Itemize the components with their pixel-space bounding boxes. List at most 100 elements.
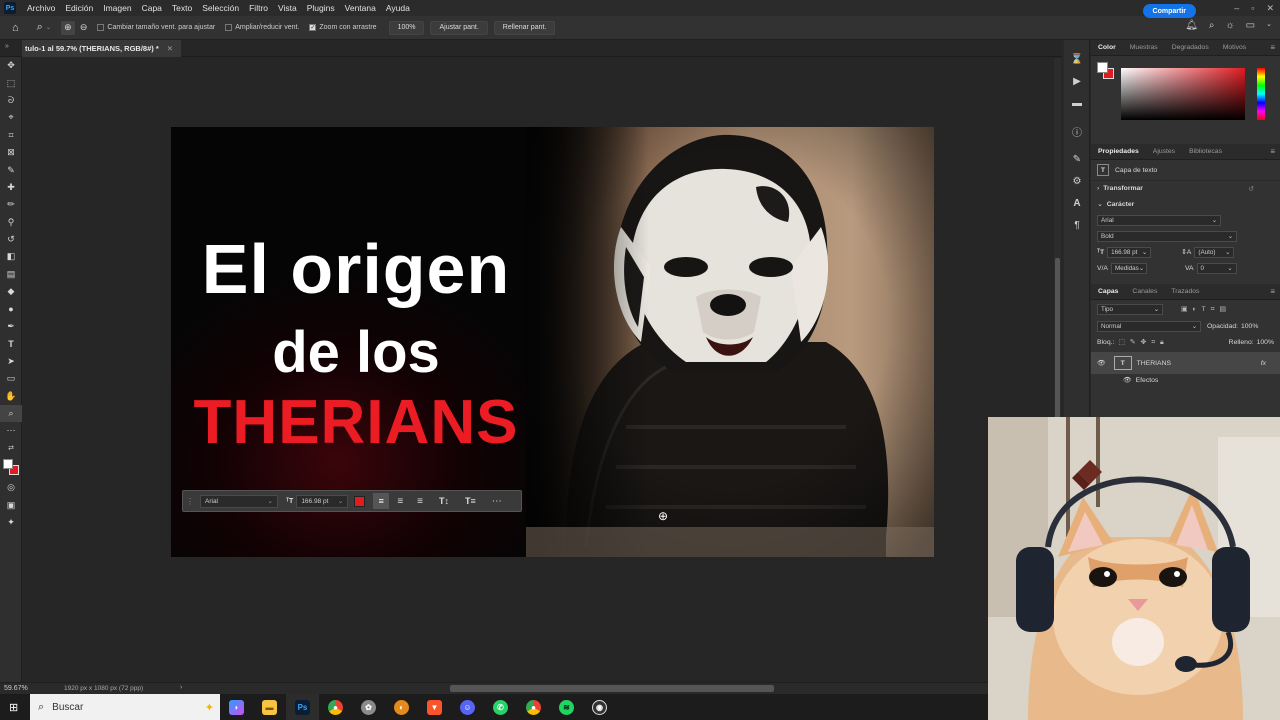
collapse-panel-icon[interactable]: » — [5, 43, 9, 50]
paragraph-panel-icon[interactable]: ¶ — [1064, 214, 1090, 236]
zoom-level[interactable]: 59.67% — [4, 685, 28, 692]
reset-icon[interactable]: ↺ — [1248, 185, 1254, 193]
blend-mode-dropdown[interactable]: Normal ⌄ — [1097, 320, 1201, 332]
tab-capas[interactable]: Capas — [1091, 288, 1125, 295]
chevron-down-icon[interactable]: ⌄ — [1266, 20, 1272, 31]
menu-ayuda[interactable]: Ayuda — [381, 3, 415, 13]
lock-icons[interactable]: ⬚✎✥⌗🔒︎ — [1118, 338, 1168, 347]
healing-brush-tool-icon[interactable]: ✚ — [0, 179, 22, 196]
spotify-taskbar-icon[interactable]: ≋ — [550, 694, 583, 720]
panel-menu-icon[interactable]: ≡ — [1270, 43, 1275, 52]
home-icon[interactable]: ⌂ — [12, 22, 19, 34]
zoom-out-icon[interactable]: ⊖ — [80, 22, 88, 33]
quick-mask-icon[interactable]: ◎ — [0, 479, 22, 496]
bell-icon[interactable]: 🔔︎ — [1185, 20, 1198, 31]
actions-icon[interactable]: ▶ — [1064, 70, 1090, 92]
photoshop-taskbar-icon[interactable]: Ps — [286, 694, 319, 720]
chevron-down-icon[interactable]: ⌄ — [46, 24, 51, 31]
scrubby-zoom-checkbox[interactable]: ✓ Zoom con arrastre — [309, 24, 377, 31]
close-icon[interactable]: ✕ — [1266, 3, 1274, 14]
fill-screen-button[interactable]: Rellenar pant. — [493, 20, 556, 35]
menu-seleccion[interactable]: Selección — [197, 3, 244, 13]
app-taskbar-icon-3[interactable]: ◉ — [583, 694, 616, 720]
layer-effects-row[interactable]: 👁︎ Efectos — [1091, 374, 1280, 386]
rectangle-tool-icon[interactable]: ▭ — [0, 370, 22, 387]
leading-dropdown[interactable]: (Auto) ⌄ — [1194, 246, 1235, 258]
tab-degradados[interactable]: Degradados — [1165, 44, 1216, 51]
fit-screen-button[interactable]: Ajustar pant. — [430, 20, 488, 35]
opacity-value[interactable]: 100% — [1241, 323, 1258, 330]
app-taskbar-icon-1[interactable]: ✿ — [352, 694, 385, 720]
layer-filter-dropdown[interactable]: Tipo ⌄ — [1097, 303, 1163, 315]
comments-icon[interactable]: ▬ — [1064, 92, 1090, 114]
clone-stamp-tool-icon[interactable]: ⚲ — [0, 214, 22, 231]
brush-tool-icon[interactable]: ✏ — [0, 196, 22, 213]
menu-texto[interactable]: Texto — [167, 3, 197, 13]
chrome-taskbar-icon[interactable]: ● — [319, 694, 352, 720]
kerning-dropdown[interactable]: Medidas ⌄ — [1110, 262, 1147, 274]
more-tools-icon[interactable]: ⋯ — [0, 422, 22, 439]
horizontal-scrollbar-thumb[interactable] — [450, 685, 774, 692]
app-taskbar-icon-2[interactable]: ◐ — [385, 694, 418, 720]
move-tool-icon[interactable]: ✥ — [0, 57, 22, 74]
swap-colors-icon[interactable]: ⇄ — [0, 440, 22, 457]
fill-value[interactable]: 100% — [1257, 339, 1274, 346]
layer-row-therians[interactable]: 👁︎ T THERIANS fx — [1091, 352, 1280, 374]
screen-mode-icon[interactable]: ▣ — [0, 496, 22, 513]
close-tab-icon[interactable]: ✕ — [167, 44, 173, 53]
tracking-dropdown[interactable]: 0 ⌄ — [1196, 262, 1237, 274]
share-button[interactable]: Compartir — [1142, 4, 1196, 18]
eraser-tool-icon[interactable]: ◧ — [0, 248, 22, 265]
hue-slider[interactable] — [1257, 68, 1265, 120]
font-size-dropdown[interactable]: 166.98 pt ⌄ — [1107, 246, 1152, 258]
foreground-color-swatch[interactable] — [3, 458, 13, 469]
photoshop-logo-icon[interactable]: Ps — [4, 2, 16, 14]
windows-start-icon[interactable]: ⊞ — [9, 701, 18, 714]
workspace-icon[interactable]: ▭ — [1246, 20, 1255, 31]
character-section[interactable]: ⌄ Carácter — [1091, 196, 1280, 212]
menu-capa[interactable]: Capa — [137, 3, 167, 13]
dodge-tool-icon[interactable]: ● — [0, 300, 22, 317]
brave-taskbar-icon[interactable]: ▼ — [418, 694, 451, 720]
info-icon[interactable]: ⓘ — [1064, 120, 1090, 142]
menu-imagen[interactable]: Imagen — [98, 3, 136, 13]
font-style-dropdown[interactable]: Bold ⌄ — [1097, 230, 1237, 242]
tab-trazados[interactable]: Trazados — [1164, 288, 1206, 295]
copilot-taskbar-icon[interactable]: ◗ — [220, 694, 253, 720]
font-family-dropdown[interactable]: Arial ⌄ — [1097, 214, 1221, 226]
taskbar-search[interactable]: ⌕ Buscar ✦ — [30, 694, 220, 720]
effects-eye-icon[interactable]: 👁︎ — [1123, 376, 1132, 384]
zoom-100-button[interactable]: 100% — [388, 20, 425, 35]
discord-taskbar-icon[interactable]: ☺ — [451, 694, 484, 720]
document-tab[interactable]: tulo-1 al 59.7% (THERIANS, RGB/8#) * ✕ — [22, 40, 182, 57]
align-center-icon[interactable]: ≡ — [397, 496, 403, 507]
menu-archivo[interactable]: Archivo — [22, 3, 60, 13]
menu-vista[interactable]: Vista — [273, 3, 302, 13]
tab-propiedades[interactable]: Propiedades — [1091, 148, 1146, 155]
path-selection-tool-icon[interactable]: ➤ — [0, 353, 22, 370]
type-tool-icon[interactable]: T — [0, 335, 22, 352]
maximize-icon[interactable]: ▫ — [1251, 3, 1254, 14]
foreground-color-chip[interactable] — [1097, 62, 1108, 73]
zoom-tool-icon[interactable]: ⌕ — [37, 21, 43, 34]
menu-ventana[interactable]: Ventana — [340, 3, 381, 13]
generative-icon[interactable]: ✦ — [0, 514, 22, 531]
tab-muestras[interactable]: Muestras — [1123, 44, 1165, 51]
foreground-background-colors[interactable] — [0, 457, 22, 479]
drag-handle-icon[interactable]: ⋮ — [186, 497, 194, 506]
visibility-eye-icon[interactable]: 👁︎ — [1097, 359, 1106, 367]
pen-tool-icon[interactable]: ✒ — [0, 318, 22, 335]
text-orientation-icon[interactable]: T↕ — [439, 496, 449, 506]
zoom-all-windows-checkbox[interactable]: Ampliar/reducir vent. — [225, 24, 299, 31]
document-info[interactable]: 1920 px x 1080 px (72 ppp) — [64, 685, 143, 692]
file-explorer-taskbar-icon[interactable]: ▬ — [253, 694, 286, 720]
transform-section[interactable]: › Transformar ↺ — [1091, 180, 1280, 196]
filter-icons[interactable]: ▣◐T⌗▤ — [1181, 305, 1231, 314]
lasso-tool-icon[interactable]: ᘐ — [0, 92, 22, 109]
tab-ajustes[interactable]: Ajustes — [1146, 148, 1182, 155]
hand-tool-icon[interactable]: ✋ — [0, 387, 22, 404]
text-color-swatch[interactable] — [354, 495, 366, 507]
zoom-tool-icon[interactable]: ⌕ — [0, 404, 22, 423]
panel-menu-icon[interactable]: ≡ — [1270, 287, 1275, 296]
blur-tool-icon[interactable]: ◆ — [0, 283, 22, 300]
